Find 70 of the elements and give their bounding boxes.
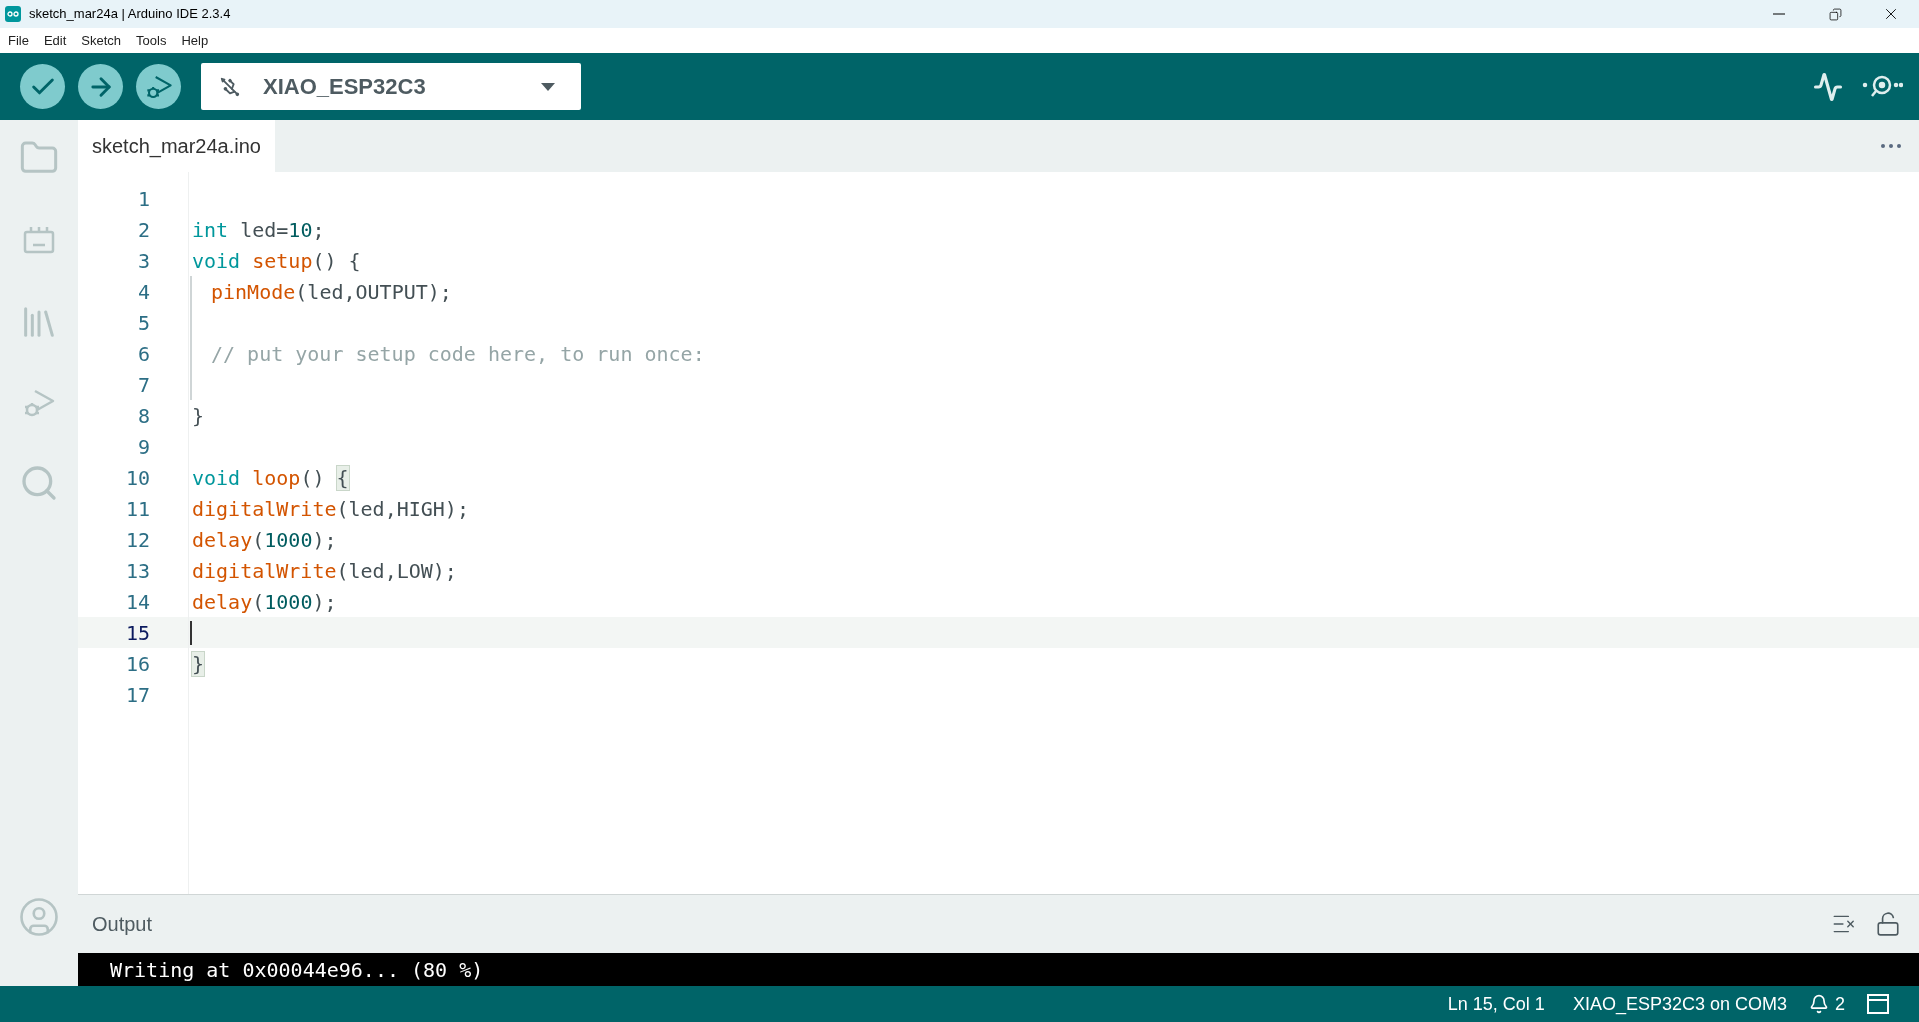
editor-line[interactable]: 5 xyxy=(78,307,1919,338)
code-line: void loop() { xyxy=(192,464,349,492)
notification-count: 2 xyxy=(1835,992,1845,1016)
menu-item[interactable]: File xyxy=(8,30,29,51)
verify-button[interactable] xyxy=(20,64,65,109)
usb-icon xyxy=(219,75,241,98)
notification-bell-icon[interactable] xyxy=(1809,994,1829,1014)
code-line: delay(1000); xyxy=(192,588,337,616)
line-number: 3 xyxy=(136,247,150,275)
cursor-position: Ln 15, Col 1 xyxy=(1447,992,1545,1016)
menu-item[interactable]: Help xyxy=(181,30,209,51)
unlock-icon[interactable] xyxy=(1875,911,1901,937)
code-line: // put your setup code here, to run once: xyxy=(210,340,705,368)
code-line: delay(1000); xyxy=(192,526,337,554)
output-text: Writing at 0x00044e96... (80 %) xyxy=(110,956,484,984)
line-number: 12 xyxy=(124,526,150,554)
line-number: 6 xyxy=(136,340,150,368)
line-number: 2 xyxy=(136,216,150,244)
editor-line[interactable]: 8 } xyxy=(78,400,1919,431)
board-port: XIAO_ESP32C3 on COM3 xyxy=(1572,992,1787,1017)
editor-line[interactable]: 3 void setup() { xyxy=(78,245,1919,276)
editor-line[interactable]: 7 xyxy=(78,369,1919,400)
ellipsis-icon xyxy=(1881,144,1901,148)
editor-line[interactable]: 16 } xyxy=(78,648,1919,679)
panel-toggle-icon[interactable] xyxy=(1867,994,1889,1014)
editor-line[interactable]: 2 int led=10; xyxy=(78,214,1919,245)
code-line: digitalWrite(led,LOW); xyxy=(192,557,457,585)
debug-button[interactable] xyxy=(136,64,181,109)
line-number: 11 xyxy=(124,495,150,523)
line-number: 9 xyxy=(136,433,150,461)
line-number: 8 xyxy=(136,402,150,430)
code-line: digitalWrite(led,HIGH); xyxy=(192,495,469,523)
menu-item[interactable]: Sketch xyxy=(81,30,122,51)
upload-button[interactable] xyxy=(78,64,123,109)
minimize-icon xyxy=(1773,13,1785,15)
code-line: void setup() { xyxy=(192,247,361,275)
editor-line[interactable]: 12 delay(1000); xyxy=(78,524,1919,555)
restore-icon xyxy=(1828,7,1842,21)
editor-line[interactable]: 10 void loop() { xyxy=(78,462,1919,493)
code-line: int led=10; xyxy=(192,216,325,244)
line-number: 7 xyxy=(136,371,150,399)
menu-item[interactable]: Tools xyxy=(136,30,167,51)
line-number: 16 xyxy=(124,650,150,678)
editor-tab[interactable]: sketch_mar24a.ino xyxy=(78,120,275,172)
editor-line[interactable]: 1 xyxy=(78,183,1919,214)
editor-line[interactable]: 4 pinMode(led,OUTPUT); xyxy=(78,276,1919,307)
line-number: 1 xyxy=(136,185,150,213)
code-line: pinMode(led,OUTPUT); xyxy=(210,278,452,306)
dropdown-caret-icon xyxy=(541,82,555,91)
editor-line[interactable]: 9 xyxy=(78,431,1919,462)
menu-item[interactable]: Edit xyxy=(43,30,67,51)
text-cursor xyxy=(190,620,192,645)
board-selector[interactable]: XIAO_ESP32C3 xyxy=(201,63,581,110)
editor-line[interactable]: 6 // put your setup code here, to run once: xyxy=(78,338,1919,369)
line-number: 5 xyxy=(136,309,150,337)
output-title: Output xyxy=(92,912,153,937)
line-number: 4 xyxy=(136,278,150,306)
pulse-icon xyxy=(1813,71,1843,102)
infinity-icon xyxy=(7,11,19,17)
window-title: sketch_mar24a | Arduino IDE 2.3.4 xyxy=(29,5,231,24)
editor-line[interactable]: 11 digitalWrite(led,HIGH); xyxy=(78,493,1919,524)
editor-line[interactable]: 14 delay(1000); xyxy=(78,586,1919,617)
line-number: 13 xyxy=(124,557,150,585)
editor-line[interactable]: 13 digitalWrite(led,LOW); xyxy=(78,555,1919,586)
line-number: 17 xyxy=(124,681,150,709)
line-number: 10 xyxy=(124,464,150,492)
line-number: 15 xyxy=(124,619,150,647)
editor-line[interactable]: 17 xyxy=(78,679,1919,710)
code-line: } xyxy=(192,402,205,430)
line-number: 14 xyxy=(124,588,150,616)
